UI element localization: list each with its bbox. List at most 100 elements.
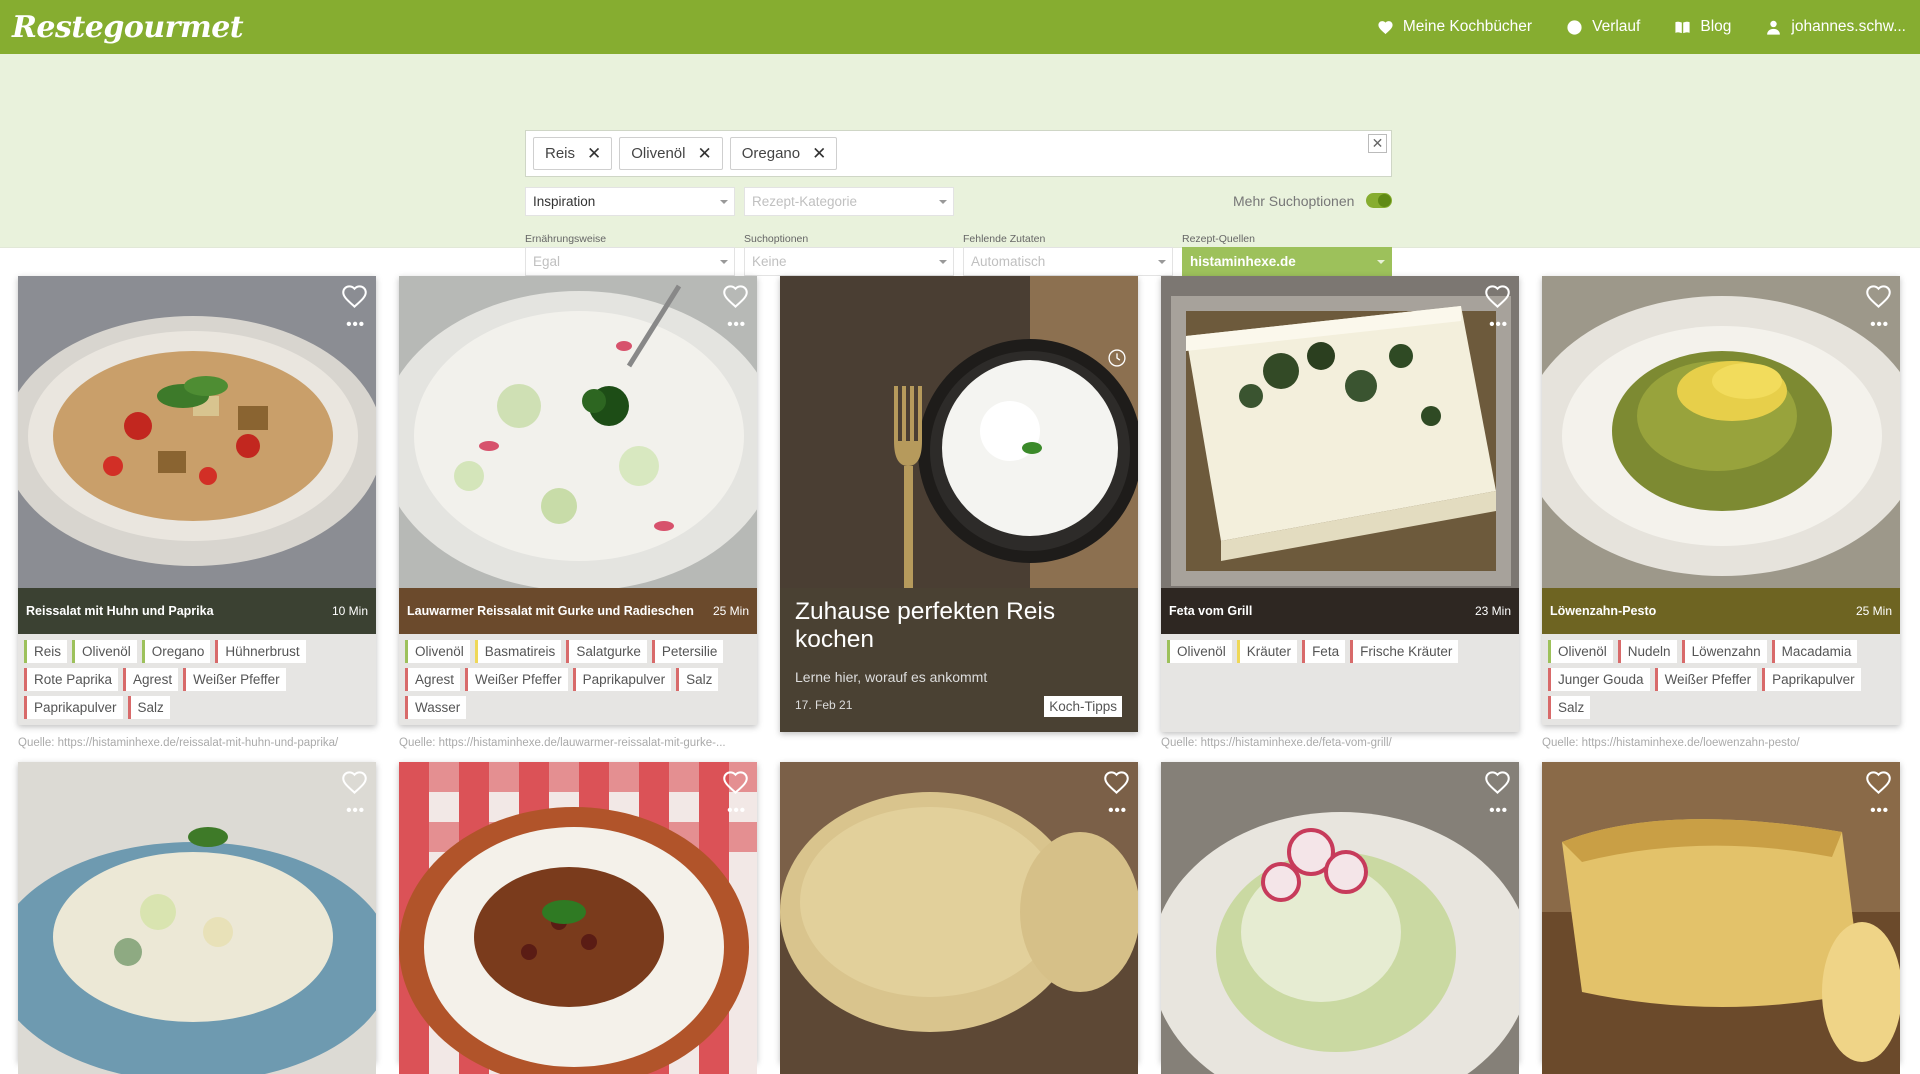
mode-select[interactable]: Inspiration [525, 187, 735, 216]
remove-chip-icon[interactable]: ✕ [812, 144, 826, 164]
article-image[interactable]: ••• [780, 276, 1138, 588]
ingredient-tag[interactable]: Löwenzahn [1681, 640, 1767, 663]
nav-history[interactable]: Verlauf [1566, 18, 1640, 36]
ingredient-tag[interactable]: Frische Kräuter [1350, 640, 1459, 663]
diet-select[interactable]: Egal [525, 247, 735, 276]
search-options-select[interactable]: Keine [744, 247, 954, 276]
recipe-card[interactable]: ••• Lauwarmer Reissalat mit Gurke und Ra… [399, 276, 757, 725]
more-dots-icon[interactable]: ••• [1108, 803, 1127, 818]
heart-icon[interactable] [722, 283, 749, 310]
article-title[interactable]: Zuhause perfekten Reis kochen [795, 598, 1123, 654]
ingredient-tag[interactable]: Wasser [405, 696, 467, 719]
recipe-image[interactable]: ••• [18, 762, 376, 1074]
more-options-toggle[interactable] [1366, 193, 1392, 208]
recipe-card[interactable]: ••• Feta vom Grill 23 Min Olivenöl Kräute… [1161, 276, 1519, 732]
ingredient-tag[interactable]: Olivenöl [1548, 640, 1613, 663]
heart-icon[interactable] [722, 769, 749, 796]
ingredient-search-input[interactable]: Reis ✕ Olivenöl ✕ Oregano ✕ ✕ [525, 130, 1392, 177]
chip-label: Reis [545, 145, 576, 162]
article-category-badge[interactable]: Koch-Tipps [1044, 696, 1122, 717]
ingredient-tag[interactable]: Hühnerbrust [215, 640, 306, 663]
more-dots-icon[interactable]: ••• [1870, 803, 1889, 818]
recipe-source[interactable]: Quelle: https://histaminhexe.de/reissala… [18, 737, 380, 749]
search-panel: Reis ✕ Olivenöl ✕ Oregano ✕ ✕ Inspiratio… [0, 54, 1920, 276]
more-dots-icon[interactable]: ••• [727, 803, 746, 818]
category-select[interactable]: Rezept-Kategorie [744, 187, 954, 216]
ingredient-tag[interactable]: Agrest [405, 668, 461, 691]
ingredient-tag[interactable]: Macadamia [1771, 640, 1858, 663]
ingredient-tag[interactable]: Olivenöl [1167, 640, 1232, 663]
recipe-card[interactable]: ••• Reissalat mit Huhn und Paprika 10 Mi… [18, 276, 376, 725]
ingredient-tag[interactable]: Kräuter [1236, 640, 1298, 663]
ingredient-tag[interactable]: Weißer Pfeffer [183, 668, 286, 691]
recipe-image[interactable]: ••• [1542, 762, 1900, 1074]
heart-icon[interactable] [1865, 769, 1892, 796]
clear-search-button[interactable]: ✕ [1368, 134, 1387, 153]
article-card[interactable]: ••• Zuhause perfekten Reis kochen Lerne … [780, 276, 1138, 732]
ingredient-chip: Olivenöl ✕ [619, 137, 723, 170]
ingredient-tag[interactable]: Basmatireis [474, 640, 562, 663]
recipe-source[interactable]: Quelle: https://histaminhexe.de/feta-vom… [1161, 737, 1523, 749]
ingredient-tag[interactable]: Junger Gouda [1548, 668, 1650, 691]
heart-icon[interactable] [341, 769, 368, 796]
nav-user[interactable]: johannes.schw... [1765, 18, 1906, 36]
ingredient-tag[interactable]: Olivenöl [405, 640, 470, 663]
more-dots-icon[interactable]: ••• [727, 317, 746, 332]
ingredient-tag[interactable]: Salz [1548, 696, 1591, 719]
more-dots-icon[interactable]: ••• [346, 803, 365, 818]
ingredient-tag[interactable]: Weißer Pfeffer [465, 668, 568, 691]
ingredient-tag[interactable]: Paprikapulver [1762, 668, 1861, 691]
ingredient-tag[interactable]: Feta [1302, 640, 1346, 663]
ingredient-tags: Olivenöl Basmatireis Salatgurke Petersilie A… [399, 634, 757, 725]
remove-chip-icon[interactable]: ✕ [587, 144, 601, 164]
ingredient-tag[interactable]: Nudeln [1617, 640, 1677, 663]
recipe-card[interactable]: ••• [399, 762, 757, 1074]
ingredient-tag[interactable]: Salz [127, 696, 170, 719]
ingredient-tag[interactable]: Paprikapulver [24, 696, 123, 719]
recipe-card[interactable]: ••• [780, 762, 1138, 1074]
recipe-image[interactable]: ••• [1161, 276, 1519, 588]
recipe-image[interactable]: ••• [1542, 276, 1900, 588]
recipe-source[interactable]: Quelle: https://histaminhexe.de/lauwarme… [399, 737, 761, 749]
more-dots-icon[interactable]: ••• [1870, 317, 1889, 332]
ingredient-tag[interactable]: Salz [676, 668, 719, 691]
heart-icon[interactable] [1103, 769, 1130, 796]
heart-icon[interactable] [1865, 283, 1892, 310]
nav-cookbooks[interactable]: Meine Kochbücher [1377, 18, 1532, 36]
app-logo[interactable]: Restegourmet [12, 10, 244, 45]
more-dots-icon[interactable]: ••• [1489, 803, 1508, 818]
recipe-card[interactable]: ••• [18, 762, 376, 1074]
recipe-image[interactable]: ••• [780, 762, 1138, 1074]
recipe-card[interactable]: ••• Löwenzahn-Pesto 25 Min Olivenöl Nudel… [1542, 276, 1900, 725]
ingredient-tag[interactable]: Paprikapulver [572, 668, 672, 691]
main-nav: Meine Kochbücher Verlauf Blog johannes.s… [1377, 18, 1908, 36]
nav-blog[interactable]: Blog [1674, 18, 1731, 36]
more-dots-icon[interactable]: ••• [1489, 317, 1508, 332]
ingredient-tag[interactable]: Weißer Pfeffer [1654, 668, 1758, 691]
ingredient-tag[interactable]: Salatgurke [566, 640, 647, 663]
ingredient-tag[interactable]: Oregano [141, 640, 211, 663]
recipe-sources-value: histaminhexe.de [1190, 254, 1296, 269]
heart-icon[interactable] [1484, 769, 1511, 796]
recipe-card[interactable]: ••• [1161, 762, 1519, 1074]
ingredient-tag[interactable]: Olivenöl [72, 640, 137, 663]
ingredient-tag[interactable]: Reis [24, 640, 68, 663]
recipe-image[interactable]: ••• [18, 276, 376, 588]
ingredient-tag[interactable]: Rote Paprika [24, 668, 119, 691]
heart-icon[interactable] [1484, 283, 1511, 310]
ingredient-tags: Olivenöl Nudeln Löwenzahn Macadamia Junger G… [1542, 634, 1900, 725]
clock-icon[interactable] [1107, 348, 1127, 368]
recipe-card[interactable]: ••• [1542, 762, 1900, 1074]
recipe-source[interactable]: Quelle: https://histaminhexe.de/loewenza… [1542, 737, 1904, 749]
more-dots-icon[interactable]: ••• [346, 317, 365, 332]
missing-ingredients-select[interactable]: Automatisch [963, 247, 1173, 276]
recipe-title-bar: Lauwarmer Reissalat mit Gurke und Radies… [399, 588, 757, 634]
recipe-image[interactable]: ••• [1161, 762, 1519, 1074]
heart-icon[interactable] [341, 283, 368, 310]
ingredient-tag[interactable]: Agrest [123, 668, 179, 691]
ingredient-tag[interactable]: Petersilie [651, 640, 724, 663]
recipe-image[interactable]: ••• [399, 762, 757, 1074]
recipe-image[interactable]: ••• [399, 276, 757, 588]
remove-chip-icon[interactable]: ✕ [697, 144, 711, 164]
recipe-sources-select[interactable]: histaminhexe.de [1182, 247, 1392, 276]
